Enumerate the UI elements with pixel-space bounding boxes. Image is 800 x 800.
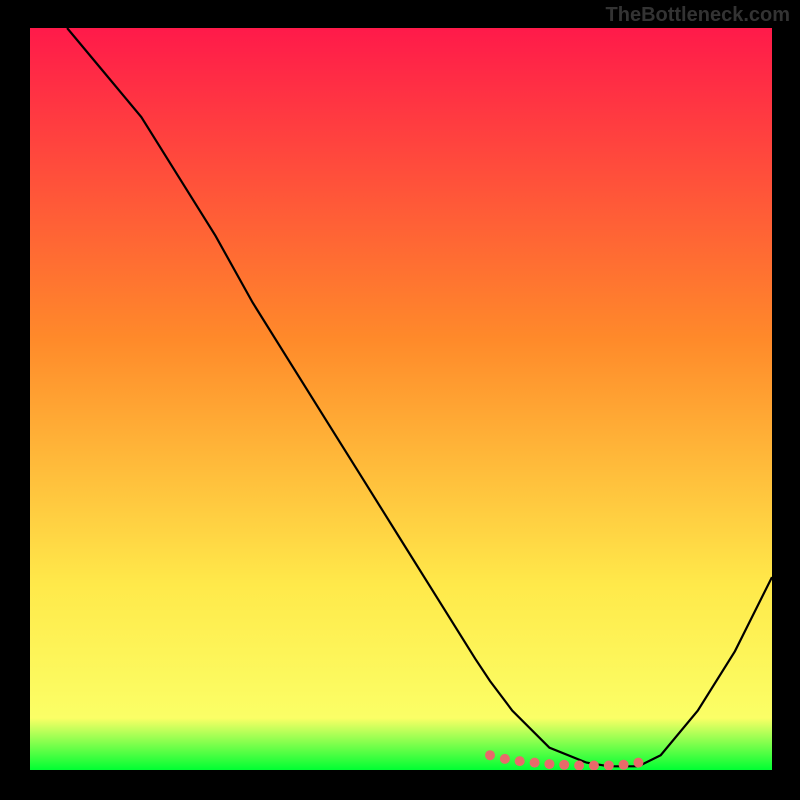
marker-dot — [500, 754, 510, 764]
marker-dot — [544, 759, 554, 769]
marker-dot — [633, 758, 643, 768]
marker-dot — [530, 758, 540, 768]
marker-dot — [485, 750, 495, 760]
marker-dot — [515, 756, 525, 766]
marker-dot — [559, 760, 569, 770]
gradient-background — [30, 28, 772, 770]
chart-svg — [30, 28, 772, 770]
watermark-text: TheBottleneck.com — [606, 4, 790, 27]
chart-plot-area — [30, 28, 772, 770]
marker-dot — [619, 760, 629, 770]
